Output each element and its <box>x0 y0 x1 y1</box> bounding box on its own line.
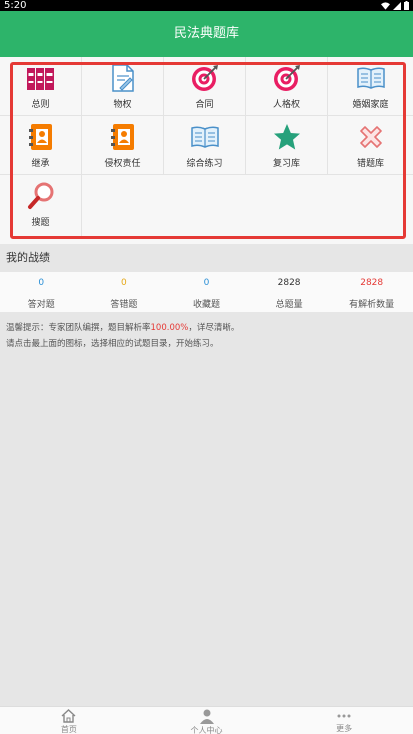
nav-label: 首页 <box>60 725 77 734</box>
stats-section-title: 我的战绩 <box>0 244 413 272</box>
grid-item-label: 继承 <box>31 159 50 169</box>
document-pen-icon <box>111 64 134 92</box>
grid-item-label: 总则 <box>31 100 50 110</box>
grid-item-label: 人格权 <box>272 100 300 110</box>
stat-value: 0 <box>203 278 210 288</box>
stat-label: 答错题 <box>110 300 138 310</box>
stat-analyzed: 2828 有解析数量 <box>330 272 413 312</box>
nav-label: 个人中心 <box>190 726 223 734</box>
grid-item-label: 错题库 <box>356 159 384 169</box>
grid-item-label: 侵权责任 <box>104 159 141 169</box>
grid-item-marriage-family[interactable]: 婚姻家庭 <box>328 57 413 116</box>
tip-line-1: 温馨提示：专家团队编撰，题目解析率100.00%，详尽清晰。 <box>6 323 240 333</box>
contact-book-icon <box>110 124 134 150</box>
stat-total: 2828 总题量 <box>248 272 331 312</box>
grid-item-label: 综合练习 <box>186 159 223 169</box>
grid-item-label: 合同 <box>195 100 214 110</box>
grid-item-label: 婚姻家庭 <box>352 100 389 110</box>
status-icons <box>381 0 409 11</box>
contact-book-icon <box>28 124 52 150</box>
home-icon <box>61 709 76 723</box>
stat-label: 收藏题 <box>192 300 220 310</box>
grid-item-property[interactable]: 物权 <box>82 57 164 116</box>
signal-icon <box>393 1 401 10</box>
cross-icon <box>359 126 382 148</box>
target-icon <box>191 65 218 91</box>
grid-item-label: 搜题 <box>31 218 50 228</box>
grid-item-comprehensive-practice[interactable]: 综合练习 <box>164 116 246 175</box>
grid-item-tort-liability[interactable]: 侵权责任 <box>82 116 164 175</box>
open-book-icon <box>356 67 385 89</box>
app-bar: 民法典题库 <box>0 11 413 57</box>
stat-value: 0 <box>38 278 45 288</box>
grid-item-contract[interactable]: 合同 <box>164 57 246 116</box>
star-icon <box>273 124 300 150</box>
grid-item-label: 复习库 <box>272 159 300 169</box>
grid-item-general[interactable]: 总则 <box>0 57 82 116</box>
person-icon <box>199 709 214 724</box>
bottom-nav: 首页 个人中心 更多 <box>0 706 413 734</box>
nav-profile[interactable]: 个人中心 <box>138 707 276 734</box>
books-icon <box>26 68 54 90</box>
grid-item-personality-rights[interactable]: 人格权 <box>246 57 328 116</box>
grid-item-review-bank[interactable]: 复习库 <box>246 116 328 175</box>
grid-item-inheritance[interactable]: 继承 <box>0 116 82 175</box>
nav-label: 更多 <box>336 724 353 733</box>
stat-correct[interactable]: 0 答对题 <box>0 272 83 312</box>
grid-item-wrong-questions[interactable]: 错题库 <box>328 116 413 175</box>
more-dots-icon <box>337 714 351 717</box>
open-book-icon <box>190 126 219 148</box>
stat-favorites[interactable]: 0 收藏题 <box>165 272 248 312</box>
grid-item-search-questions[interactable]: 搜题 <box>0 175 82 237</box>
tip-text: 温馨提示：专家团队编撰，题目解析率100.00%，详尽清晰。 请点击最上面的图标… <box>6 320 406 352</box>
tip-line-2: 请点击最上面的图标，选择相应的试题目录，开始练习。 <box>6 339 219 349</box>
status-time: 5:20 <box>4 0 27 11</box>
stat-value: 2828 <box>360 278 384 288</box>
grid-item-label: 物权 <box>113 100 132 110</box>
nav-home[interactable]: 首页 <box>0 707 138 734</box>
category-grid: 总则 物权 合同 人格权 婚姻家庭 继承 侵权责任 综合练习 复习库 错题库 搜… <box>0 57 413 244</box>
stat-value: 0 <box>121 278 127 288</box>
search-icon <box>27 182 53 209</box>
stat-value: 2828 <box>277 278 301 288</box>
stats-row: 0 答对题 0 答错题 0 收藏题 2828 总题量 2828 有解析数量 <box>0 272 413 312</box>
wifi-icon <box>381 1 390 10</box>
battery-icon <box>404 1 409 10</box>
analysis-rate: 100.00% <box>150 323 189 333</box>
stat-label: 总题量 <box>275 300 303 310</box>
stat-label: 答对题 <box>27 300 55 310</box>
target-icon <box>273 65 300 91</box>
page-title: 民法典题库 <box>173 26 239 41</box>
stat-wrong[interactable]: 0 答错题 <box>83 272 166 312</box>
stat-label: 有解析数量 <box>349 300 395 310</box>
status-bar: 5:20 <box>0 0 413 11</box>
nav-more[interactable]: 更多 <box>275 707 413 734</box>
